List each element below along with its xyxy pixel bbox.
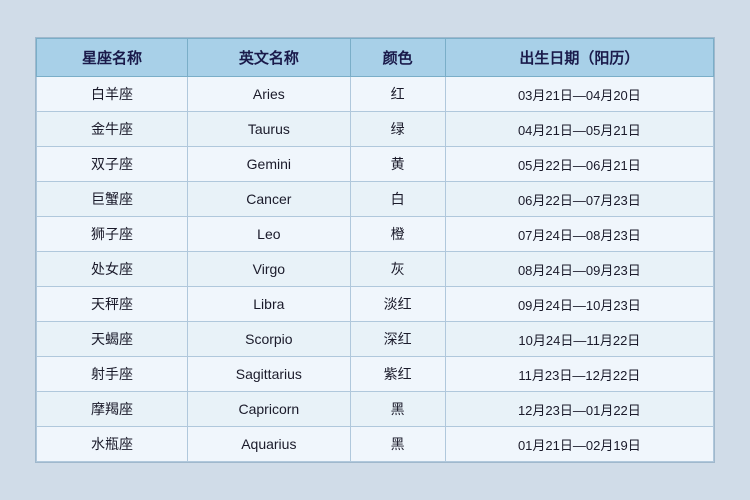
table-row: 天秤座Libra淡红09月24日—10月23日 xyxy=(37,287,714,322)
cell-color: 白 xyxy=(350,182,445,217)
cell-color: 黑 xyxy=(350,392,445,427)
cell-color: 黄 xyxy=(350,147,445,182)
zodiac-table-container: 星座名称 英文名称 颜色 出生日期（阳历） 白羊座Aries红03月21日—04… xyxy=(35,37,715,463)
cell-dates: 05月22日—06月21日 xyxy=(445,147,713,182)
header-color: 颜色 xyxy=(350,39,445,77)
cell-english-name: Taurus xyxy=(188,112,351,147)
cell-dates: 12月23日—01月22日 xyxy=(445,392,713,427)
cell-color: 绿 xyxy=(350,112,445,147)
cell-color: 红 xyxy=(350,77,445,112)
cell-color: 紫红 xyxy=(350,357,445,392)
cell-dates: 09月24日—10月23日 xyxy=(445,287,713,322)
cell-chinese-name: 摩羯座 xyxy=(37,392,188,427)
zodiac-table: 星座名称 英文名称 颜色 出生日期（阳历） 白羊座Aries红03月21日—04… xyxy=(36,38,714,462)
cell-color: 黑 xyxy=(350,427,445,462)
cell-dates: 10月24日—11月22日 xyxy=(445,322,713,357)
table-row: 狮子座Leo橙07月24日—08月23日 xyxy=(37,217,714,252)
table-row: 水瓶座Aquarius黑01月21日—02月19日 xyxy=(37,427,714,462)
header-dates: 出生日期（阳历） xyxy=(445,39,713,77)
table-row: 白羊座Aries红03月21日—04月20日 xyxy=(37,77,714,112)
cell-chinese-name: 金牛座 xyxy=(37,112,188,147)
cell-english-name: Scorpio xyxy=(188,322,351,357)
table-row: 处女座Virgo灰08月24日—09月23日 xyxy=(37,252,714,287)
cell-dates: 11月23日—12月22日 xyxy=(445,357,713,392)
cell-chinese-name: 巨蟹座 xyxy=(37,182,188,217)
table-body: 白羊座Aries红03月21日—04月20日金牛座Taurus绿04月21日—0… xyxy=(37,77,714,462)
cell-color: 橙 xyxy=(350,217,445,252)
cell-english-name: Gemini xyxy=(188,147,351,182)
cell-english-name: Libra xyxy=(188,287,351,322)
cell-chinese-name: 双子座 xyxy=(37,147,188,182)
cell-chinese-name: 天蝎座 xyxy=(37,322,188,357)
cell-english-name: Sagittarius xyxy=(188,357,351,392)
cell-dates: 01月21日—02月19日 xyxy=(445,427,713,462)
header-english-name: 英文名称 xyxy=(188,39,351,77)
cell-english-name: Cancer xyxy=(188,182,351,217)
table-row: 射手座Sagittarius紫红11月23日—12月22日 xyxy=(37,357,714,392)
table-row: 金牛座Taurus绿04月21日—05月21日 xyxy=(37,112,714,147)
cell-color: 淡红 xyxy=(350,287,445,322)
header-chinese-name: 星座名称 xyxy=(37,39,188,77)
table-header-row: 星座名称 英文名称 颜色 出生日期（阳历） xyxy=(37,39,714,77)
cell-dates: 06月22日—07月23日 xyxy=(445,182,713,217)
cell-english-name: Capricorn xyxy=(188,392,351,427)
cell-chinese-name: 射手座 xyxy=(37,357,188,392)
cell-english-name: Virgo xyxy=(188,252,351,287)
table-row: 摩羯座Capricorn黑12月23日—01月22日 xyxy=(37,392,714,427)
cell-dates: 07月24日—08月23日 xyxy=(445,217,713,252)
cell-color: 深红 xyxy=(350,322,445,357)
cell-chinese-name: 天秤座 xyxy=(37,287,188,322)
cell-english-name: Aries xyxy=(188,77,351,112)
table-row: 巨蟹座Cancer白06月22日—07月23日 xyxy=(37,182,714,217)
cell-dates: 08月24日—09月23日 xyxy=(445,252,713,287)
table-row: 双子座Gemini黄05月22日—06月21日 xyxy=(37,147,714,182)
cell-chinese-name: 白羊座 xyxy=(37,77,188,112)
cell-english-name: Leo xyxy=(188,217,351,252)
cell-chinese-name: 处女座 xyxy=(37,252,188,287)
cell-english-name: Aquarius xyxy=(188,427,351,462)
cell-chinese-name: 狮子座 xyxy=(37,217,188,252)
cell-chinese-name: 水瓶座 xyxy=(37,427,188,462)
cell-dates: 03月21日—04月20日 xyxy=(445,77,713,112)
table-row: 天蝎座Scorpio深红10月24日—11月22日 xyxy=(37,322,714,357)
cell-color: 灰 xyxy=(350,252,445,287)
cell-dates: 04月21日—05月21日 xyxy=(445,112,713,147)
